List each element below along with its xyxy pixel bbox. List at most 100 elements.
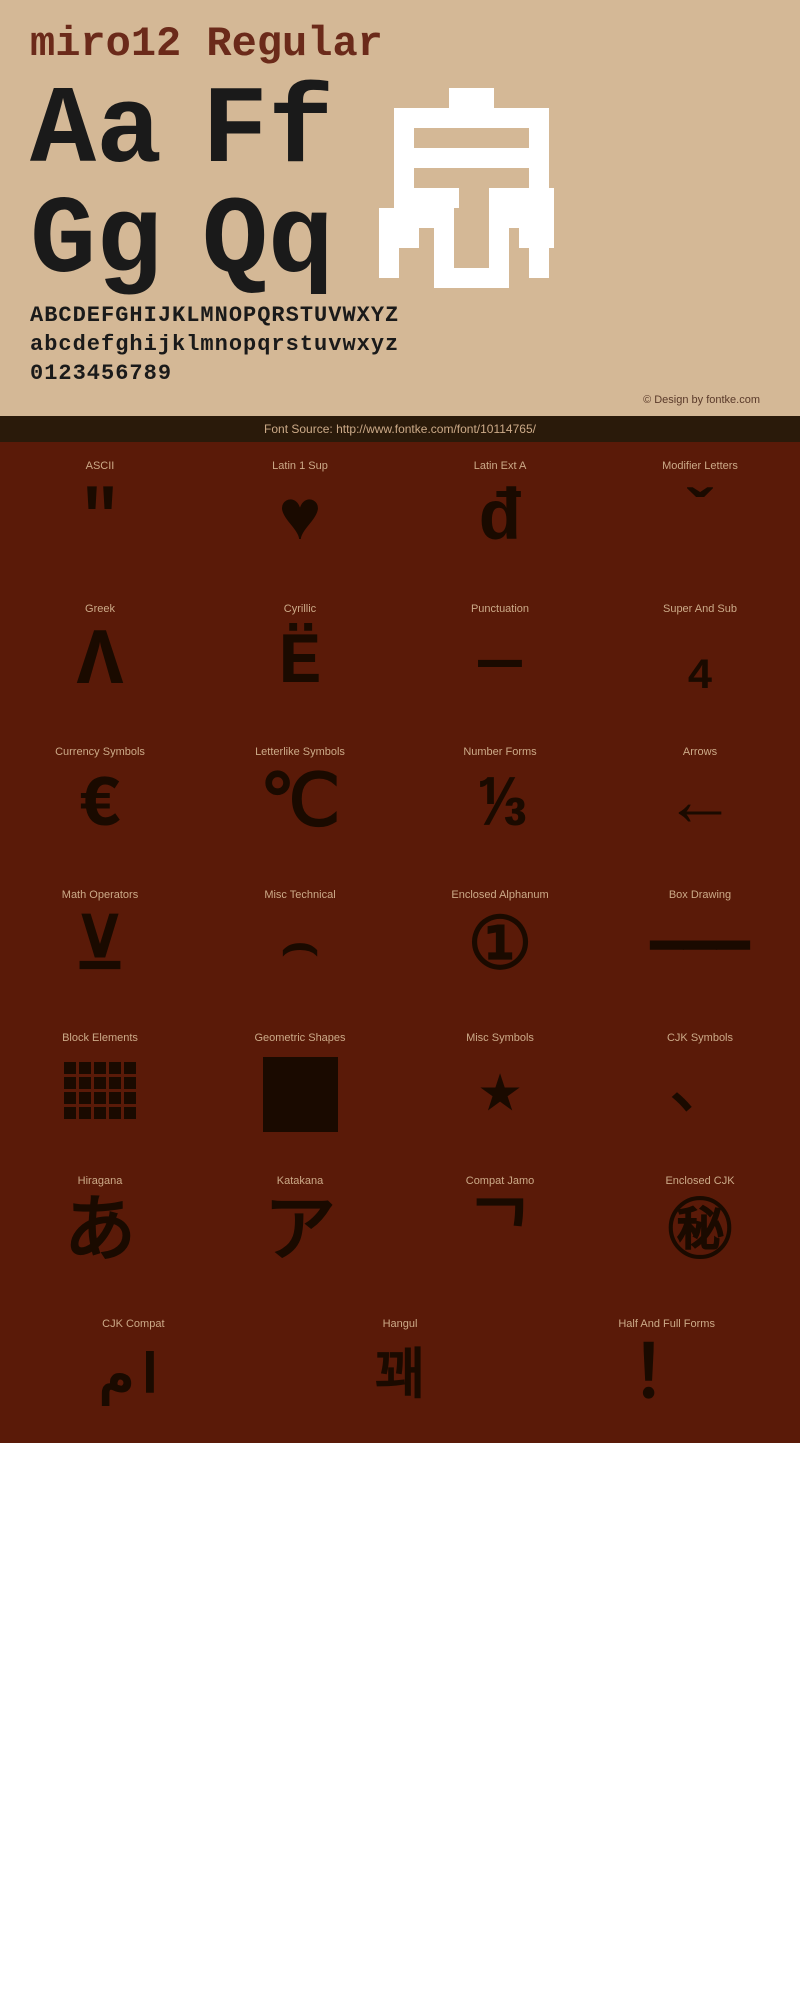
label-cjkcompat: CJK Compat [102,1318,164,1330]
symbol-enclosedcjk: ㊙ [667,1195,732,1275]
symbol-modifier: ˇ [678,480,721,560]
char-cell-punctuation: Punctuation — [400,585,600,728]
char-cell-miscsymbols: Misc Symbols ★ [400,1014,600,1157]
symbol-katakana: ア [264,1195,336,1275]
symbol-misctech: ⌢ [280,909,319,989]
big-letters-left: Aa Ff Gg Qq [30,78,354,298]
char-cell-hiragana: Hiragana あ [0,1157,200,1300]
char-cell-geoshapes: Geometric Shapes [200,1014,400,1157]
char-cell-enclosedcjk: Enclosed CJK ㊙ [600,1157,800,1300]
char-cell-halfandfull: Half And Full Forms ！ [533,1300,800,1443]
label-latin1sup: Latin 1 Sup [272,460,328,472]
label-miscsymbols: Misc Symbols [466,1032,534,1044]
label-halfandfull: Half And Full Forms [618,1318,715,1330]
header-section: miro12 Regular Aa Ff Gg Qq [0,0,800,416]
sample-qq: Qq [202,188,334,298]
label-hangul: Hangul [383,1318,418,1330]
symbol-numberforms: ⅓ [478,766,521,846]
symbol-cjksymbols: 、 [670,1052,730,1132]
char-cell-mathops: Math Operators ⊻ [0,871,200,1014]
label-greek: Greek [85,603,115,615]
label-ascii: ASCII [86,460,115,472]
char-cell-misctech: Misc Technical ⌢ [200,871,400,1014]
char-cell-numberforms: Number Forms ⅓ [400,728,600,871]
symbol-hangul: 꽤 [375,1338,426,1418]
label-numberforms: Number Forms [463,746,536,758]
char-cell-cjkcompat: CJK Compat ام [0,1300,267,1443]
char-cell-greek: Greek Λ [0,585,200,728]
symbol-greek: Λ [76,623,124,703]
label-enclosedcjk: Enclosed CJK [665,1175,734,1187]
symbol-miscsymbols: ★ [478,1052,521,1132]
symbol-compatjamo: ᄀ [467,1195,533,1275]
label-enclosedal: Enclosed Alphanum [451,889,548,901]
label-boxdrawing: Box Drawing [669,889,731,901]
label-katakana: Katakana [277,1175,323,1187]
sample-letters-row: Aa Ff Gg Qq [30,78,770,303]
symbol-blockelements [64,1062,136,1119]
symbol-mathops: ⊻ [74,909,127,989]
char-cell-latin1sup: Latin 1 Sup ♥ [200,442,400,585]
char-cell-katakana: Katakana ア [200,1157,400,1300]
char-cell-blockelements: Block Elements [0,1014,200,1157]
label-punctuation: Punctuation [471,603,529,615]
label-hiragana: Hiragana [78,1175,123,1187]
copyright-text: © Design by fontke.com [30,394,770,406]
sample-gg: Gg [30,188,162,298]
symbol-letterlike: ℃ [260,766,341,846]
label-currency: Currency Symbols [55,746,145,758]
lowercase-alphabet: abcdefghijklmnopqrstuvwxyz [30,332,770,357]
label-cyrillic: Cyrillic [284,603,316,615]
font-title: miro12 Regular [30,20,770,68]
label-superandsub: Super And Sub [663,603,737,615]
symbol-boxdrawing: ━━━ [650,909,749,989]
char-cell-latinexta: Latin Ext A đ [400,442,600,585]
label-compatjamo: Compat Jamo [466,1175,534,1187]
symbol-cjkcompat: ام [100,1338,166,1418]
char-cell-letterlike: Letterlike Symbols ℃ [200,728,400,871]
symbol-enclosedal: ① [468,909,533,989]
chars-grid: ASCII " Latin 1 Sup ♥ Latin Ext A đ Modi… [0,442,800,1300]
char-cell-compatjamo: Compat Jamo ᄀ [400,1157,600,1300]
symbol-currency: € [78,766,121,846]
char-cell-arrows: Arrows ← [600,728,800,871]
symbol-hiragana: あ [64,1195,136,1275]
symbol-punctuation: — [478,623,521,703]
label-letterlike: Letterlike Symbols [255,746,345,758]
numbers-row: 0123456789 [30,361,770,386]
symbol-halfandfull: ！ [631,1338,703,1418]
label-latinexta: Latin Ext A [474,460,527,472]
label-geoshapes: Geometric Shapes [254,1032,345,1044]
chars-grid-last-row: CJK Compat ام Hangul 꽤 Half And Full For… [0,1300,800,1443]
char-cell-modifier: Modifier Letters ˇ [600,442,800,585]
symbol-latin1sup: ♥ [278,480,321,560]
char-cell-boxdrawing: Box Drawing ━━━ [600,871,800,1014]
pixel-art-preview [374,83,569,303]
char-cell-cyrillic: Cyrillic Ë [200,585,400,728]
label-misctech: Misc Technical [264,889,335,901]
pixel-art-svg [374,83,569,298]
char-cell-cjksymbols: CJK Symbols 、 [600,1014,800,1157]
label-arrows: Arrows [683,746,717,758]
char-cell-enclosedal: Enclosed Alphanum ① [400,871,600,1014]
symbol-superandsub: ₄ [678,623,721,703]
char-cell-currency: Currency Symbols € [0,728,200,871]
symbol-arrows: ← [678,766,721,846]
symbol-geoshapes [263,1057,338,1132]
symbol-cyrillic: Ë [278,623,321,703]
label-mathops: Math Operators [62,889,138,901]
sample-aa: Aa [30,78,162,188]
label-modifier: Modifier Letters [662,460,738,472]
char-cell-superandsub: Super And Sub ₄ [600,585,800,728]
label-cjksymbols: CJK Symbols [667,1032,733,1044]
sample-ff: Ff [202,78,334,188]
uppercase-alphabet: ABCDEFGHIJKLMNOPQRSTUVWXYZ [30,303,770,328]
char-cell-ascii: ASCII " [0,442,200,585]
font-source-bar: Font Source: http://www.fontke.com/font/… [0,416,800,442]
symbol-latinexta: đ [478,480,521,560]
font-source-text: Font Source: http://www.fontke.com/font/… [264,422,536,436]
main-section: ASCII " Latin 1 Sup ♥ Latin Ext A đ Modi… [0,442,800,1443]
char-cell-hangul: Hangul 꽤 [267,1300,534,1443]
label-blockelements: Block Elements [62,1032,138,1044]
symbol-ascii: " [78,480,121,560]
